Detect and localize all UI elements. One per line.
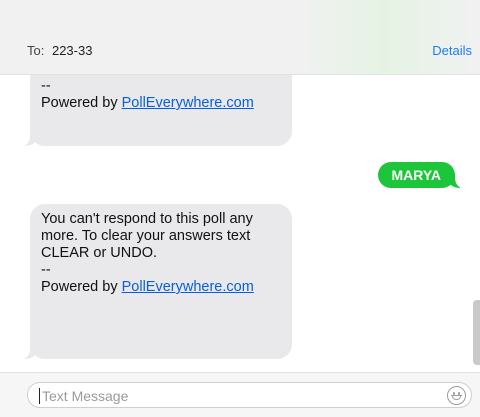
message-text: MARYA	[391, 167, 441, 183]
conversation-header: To: 223-33 Details	[0, 0, 480, 75]
incoming-message-bubble: You can't respond to this poll any more.…	[22, 204, 292, 359]
message-footer: Powered by PollEverywhere.com	[41, 279, 280, 296]
outgoing-message-bubble: MARYA	[378, 162, 463, 188]
emoji-smiley-icon[interactable]	[447, 386, 466, 405]
text-cursor	[39, 388, 40, 404]
polleverywhere-link[interactable]: PollEverywhere.com	[122, 95, 254, 111]
recipient-number[interactable]: 223-33	[52, 43, 92, 58]
messages-window: To: 223-33 Details -- Powered by PollEve…	[0, 0, 480, 417]
details-button[interactable]: Details	[432, 43, 472, 58]
scrollbar-thumb[interactable]	[473, 300, 480, 365]
message-text: You can't respond to this poll any more.…	[41, 211, 253, 278]
composer-bar	[0, 372, 480, 417]
message-input-wrapper[interactable]	[27, 382, 472, 408]
powered-by-text: Powered by	[41, 95, 122, 111]
recipient-row: To: 223-33	[27, 43, 92, 58]
message-input[interactable]	[42, 386, 432, 406]
message-text: --	[41, 78, 51, 94]
powered-by-text: Powered by	[41, 279, 122, 295]
to-label: To:	[27, 43, 45, 58]
message-footer: Powered by PollEverywhere.com	[41, 95, 280, 112]
polleverywhere-link[interactable]: PollEverywhere.com	[122, 279, 254, 295]
